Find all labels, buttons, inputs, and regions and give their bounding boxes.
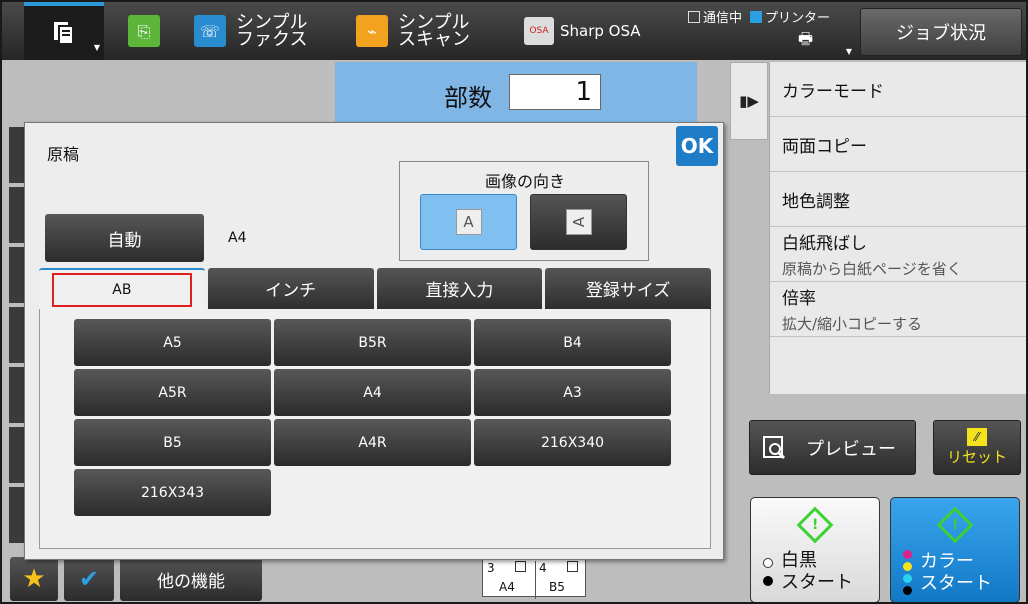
top-bar: ▼ ⎘ ☏ シンプル ファクス ⌁ シンプル スキャン OSA Sharp OS… — [2, 2, 1026, 60]
comm-status-label: 通信中 — [703, 11, 743, 26]
tab-registered-size[interactable]: 登録サイズ — [545, 268, 711, 309]
size-button-a4r[interactable]: A4R — [274, 419, 471, 466]
printer-icon[interactable]: 🖶 ▼ — [798, 28, 858, 56]
dialog-title: 原稿 — [47, 145, 80, 164]
size-button-a5r[interactable]: A5R — [74, 369, 271, 416]
function-label: 倍率 — [782, 289, 816, 309]
function-label: 両面コピー — [782, 136, 867, 157]
copy-app-icon — [54, 22, 74, 45]
app-copy-shortcut[interactable]: ⎘ — [128, 2, 170, 60]
bw-start-line1: 白黒 — [781, 550, 817, 571]
fax-icon: ☏ — [194, 15, 226, 47]
app-simple-scan[interactable]: ⌁ シンプル スキャン — [356, 2, 496, 60]
function-label: 白紙飛ばし — [782, 234, 867, 254]
size-button-a3[interactable]: A3 — [474, 369, 671, 416]
app-simple-fax-label: シンプル ファクス — [236, 12, 308, 50]
comm-checkbox-icon — [688, 11, 700, 23]
ok-button[interactable]: OK — [676, 126, 718, 166]
favorite-star-icon[interactable]: ★ — [10, 557, 58, 601]
landscape-icon: A — [565, 209, 592, 235]
color-start-line2: スタート — [920, 572, 992, 594]
function-background-adjust[interactable]: 地色調整 — [770, 172, 1026, 227]
dropdown-corner-icon: ▼ — [93, 43, 100, 52]
job-status-button[interactable]: ジョブ状況 — [860, 8, 1022, 56]
size-button-a4[interactable]: A4 — [274, 369, 471, 416]
color-start-button[interactable]: ! カラー スタート — [890, 497, 1020, 602]
start-diamond-icon: ! — [796, 506, 834, 544]
tab-body: A5 B5R B4 A5R A4 A3 B5 A4R 216X340 216X3… — [39, 309, 711, 549]
function-sublabel: 原稿から白紙ページを省く — [782, 260, 962, 278]
app-sharp-osa[interactable]: OSA Sharp OSA — [524, 2, 654, 60]
original-size-dialog: 原稿 OK 画像の向き A A 自動 A4 AB インチ 直接入力 登録サイズ … — [24, 122, 724, 560]
function-color-mode[interactable]: カラーモード — [770, 62, 1026, 117]
tray3-size: A4 — [499, 580, 515, 594]
function-zoom[interactable]: 倍率拡大/縮小コピーする — [770, 282, 1026, 337]
size-button-216x340[interactable]: 216X340 — [474, 419, 671, 466]
printer-status: プリンター — [750, 7, 830, 26]
app-sharp-osa-label: Sharp OSA — [560, 21, 641, 40]
function-label: 地色調整 — [782, 191, 850, 212]
other-functions-button[interactable]: 他の機能 — [120, 557, 262, 601]
tray4-size: B5 — [549, 580, 565, 594]
copy-screen: ▼ ⎘ ☏ シンプル ファクス ⌁ シンプル スキャン OSA Sharp OS… — [0, 0, 1028, 604]
size-button-a5[interactable]: A5 — [74, 319, 271, 366]
start-diamond-icon: ! — [936, 506, 974, 544]
auto-button[interactable]: 自動 — [45, 214, 204, 262]
preview-label: プレビュー — [806, 438, 896, 460]
tab-ab-label: AB — [51, 272, 192, 307]
size-button-b5r[interactable]: B5R — [274, 319, 471, 366]
function-sublabel: 拡大/縮小コピーする — [782, 315, 923, 333]
scan-icon: ⌁ — [356, 15, 388, 47]
reset-icon: ⁄⁄ — [967, 428, 987, 446]
app-simple-fax[interactable]: ☏ シンプル ファクス — [194, 2, 334, 60]
reset-button[interactable]: ⁄⁄ リセット — [933, 420, 1021, 475]
printer-status-label: プリンター — [765, 11, 831, 26]
comm-status: 通信中 — [688, 7, 742, 26]
printer-checkbox-icon — [750, 11, 763, 23]
reset-label: リセット — [946, 448, 1007, 466]
tray-indicator: 3 A4 4 B5 — [482, 559, 586, 599]
tab-direct-input[interactable]: 直接入力 — [376, 268, 543, 309]
function-blank-skip[interactable]: 白紙飛ばし原稿から白紙ページを省く — [770, 227, 1026, 282]
orientation-label: 画像の向き — [484, 172, 565, 191]
size-button-216x343[interactable]: 216X343 — [74, 469, 271, 516]
size-grid: A5 B5R B4 A5R A4 A3 B5 A4R 216X340 216X3… — [74, 319, 671, 516]
tab-ab[interactable]: AB — [39, 268, 205, 309]
tab-inch[interactable]: インチ — [207, 268, 374, 309]
preview-button[interactable]: プレビュー — [749, 420, 916, 475]
bw-start-line2: スタート — [781, 572, 853, 593]
copy-icon: ⎘ — [128, 15, 160, 47]
copies-label: 部数 — [444, 84, 492, 112]
app-simple-scan-label: シンプル スキャン — [398, 12, 470, 50]
orientation-portrait-button[interactable]: A — [420, 194, 517, 250]
copies-input[interactable]: 1 — [509, 74, 601, 110]
tray3-number: 3 — [487, 561, 495, 575]
left-strip — [9, 127, 25, 547]
status-indicators: 通信中 プリンター — [688, 7, 830, 26]
portrait-icon: A — [455, 209, 482, 235]
color-start-line1: カラー — [920, 550, 974, 572]
function-label: カラーモード — [782, 81, 884, 102]
orientation-group: 画像の向き A A — [399, 161, 649, 261]
tray3-icon — [515, 561, 526, 572]
cmyk-dots-icon — [903, 550, 912, 595]
function-duplex-copy[interactable]: 両面コピー — [770, 117, 1026, 172]
size-button-b5[interactable]: B5 — [74, 419, 271, 466]
bw-dots-icon — [763, 558, 773, 586]
osa-icon: OSA — [524, 17, 554, 45]
check-icon[interactable]: ✔ — [64, 557, 114, 601]
auto-detected-size: A4 — [228, 230, 247, 246]
play-pause-icon: ▮▶ — [739, 92, 759, 110]
bw-start-button[interactable]: ! 白黒 スタート — [750, 497, 880, 602]
tray4-number: 4 — [535, 561, 547, 599]
size-button-b4[interactable]: B4 — [474, 319, 671, 366]
size-tabs: AB インチ 直接入力 登録サイズ — [39, 268, 711, 309]
magnifier-icon — [763, 435, 786, 459]
orientation-landscape-button[interactable]: A — [530, 194, 627, 250]
tray4-icon — [567, 561, 578, 572]
home-tab[interactable]: ▼ — [24, 2, 104, 60]
right-function-panel: カラーモード 両面コピー 地色調整 白紙飛ばし原稿から白紙ページを省く 倍率拡大… — [769, 62, 1026, 394]
panel-toggle-button[interactable]: ▮▶ — [730, 62, 768, 140]
